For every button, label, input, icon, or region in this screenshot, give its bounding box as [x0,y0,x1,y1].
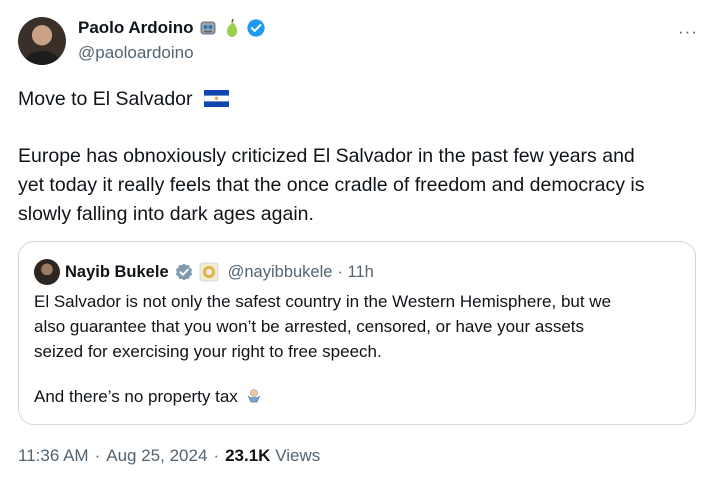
author-name-row: Paolo Ardoino [78,18,266,38]
person-shrugging-icon [247,389,261,403]
quoted-tweet-card[interactable]: Nayib Bukele @nayibbukele · 11h El Salva… [18,241,696,425]
views-count: 23.1K [225,446,271,465]
author-avatar[interactable] [18,17,66,65]
tweet-meta-footer: 11:36 AM · Aug 25, 2024 · 23.1K Views [18,446,320,466]
quoted-text-line-2: also guarantee that you won’t be arreste… [34,317,584,336]
robot-face-icon [200,21,216,35]
author-name[interactable]: Paolo Ardoino [78,18,194,38]
government-gray-check-icon[interactable] [174,262,194,282]
meta-separator: · [94,446,101,465]
quoted-last-line: And there’s no property tax [34,385,264,409]
quoted-avatar[interactable] [34,259,60,285]
el-salvador-seal-icon [199,262,219,282]
quoted-last-line-text: And there’s no property tax [34,387,238,406]
meta-separator: · [213,446,220,465]
tweet-body-line-1: Europe has obnoxiously criticized El Sal… [18,145,635,167]
el-salvador-flag-icon [203,90,229,107]
quoted-handle[interactable]: @nayibbukele [228,263,333,282]
quoted-header: Nayib Bukele @nayibbukele · 11h [34,259,374,285]
tweet-title-text: Move to El Salvador [18,88,193,110]
quoted-text-line-1: El Salvador is not only the safest count… [34,292,612,311]
views-label: Views [275,446,321,465]
quoted-timestamp[interactable]: · 11h [337,263,373,282]
author-handle[interactable]: @paoloardoino [78,43,194,63]
tweet-body-line-3: slowly falling into dark ages again. [18,203,314,225]
pear-icon [226,18,237,37]
more-options-button[interactable]: ··· [678,22,698,42]
post-date[interactable]: Aug 25, 2024 [106,446,207,466]
quoted-text-line-3: seized for exercising your right to free… [34,342,382,361]
tweet-title-line: Move to El Salvador [18,85,229,113]
verified-badge-icon[interactable] [246,18,266,38]
tweet-body-line-2: yet today it really feels that the once … [18,174,645,196]
post-time[interactable]: 11:36 AM [18,446,89,466]
quoted-author-name[interactable]: Nayib Bukele [65,263,169,282]
